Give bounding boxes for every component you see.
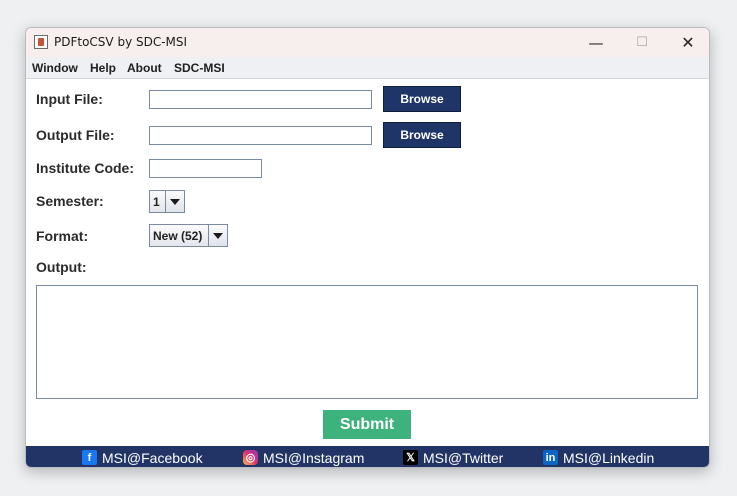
- java-app-icon: [34, 35, 48, 49]
- menu-sdc-msi[interactable]: SDC-MSI: [174, 61, 225, 75]
- input-file-label: Input File:: [36, 91, 103, 107]
- facebook-link[interactable]: f MSI@Facebook: [82, 449, 203, 466]
- linkedin-link-label: MSI@Linkedin: [563, 449, 655, 466]
- maximize-button[interactable]: ☐: [619, 28, 665, 57]
- menu-bar: Window Help About SDC-MSI: [26, 57, 709, 79]
- window-title: PDFtoCSV by SDC-MSI: [54, 35, 188, 49]
- instagram-link-label: MSI@Instagram: [263, 449, 365, 466]
- format-dropdown[interactable]: New (52): [149, 224, 228, 247]
- output-file-label: Output File:: [36, 127, 115, 143]
- minimize-button[interactable]: —: [573, 28, 619, 57]
- chevron-down-icon[interactable]: [208, 225, 227, 246]
- menu-help[interactable]: Help: [90, 61, 116, 75]
- submit-button[interactable]: Submit: [323, 410, 411, 439]
- title-bar[interactable]: PDFtoCSV by SDC-MSI — ☐ ✕: [26, 28, 709, 57]
- output-browse-button[interactable]: Browse: [383, 122, 461, 148]
- menu-window[interactable]: Window: [32, 61, 78, 75]
- input-file-field[interactable]: [149, 90, 372, 109]
- format-label: Format:: [36, 228, 89, 244]
- twitter-link-label: MSI@Twitter: [423, 449, 504, 466]
- institute-code-field[interactable]: [149, 159, 262, 178]
- social-footer: f MSI@Facebook ◎ MSI@Instagram 𝕏 MSI@Twi…: [26, 446, 709, 467]
- output-label: Output:: [36, 259, 87, 275]
- facebook-link-label: MSI@Facebook: [102, 449, 203, 466]
- institute-code-label: Institute Code:: [36, 160, 134, 176]
- close-button[interactable]: ✕: [665, 28, 709, 57]
- semester-dropdown[interactable]: 1: [149, 190, 185, 213]
- app-window: PDFtoCSV by SDC-MSI — ☐ ✕ Window Help Ab…: [25, 27, 710, 468]
- format-value: New (52): [150, 225, 208, 246]
- chevron-down-icon[interactable]: [165, 191, 184, 212]
- semester-value: 1: [150, 191, 165, 212]
- instagram-icon: ◎: [243, 450, 258, 465]
- semester-label: Semester:: [36, 193, 104, 209]
- input-browse-button[interactable]: Browse: [383, 86, 461, 112]
- instagram-link[interactable]: ◎ MSI@Instagram: [243, 449, 364, 466]
- x-twitter-icon: 𝕏: [403, 450, 418, 465]
- facebook-icon: f: [82, 450, 97, 465]
- output-file-field[interactable]: [149, 126, 372, 145]
- output-text-area[interactable]: [36, 285, 698, 399]
- linkedin-icon: in: [543, 450, 558, 465]
- linkedin-link[interactable]: in MSI@Linkedin: [543, 449, 654, 466]
- twitter-link[interactable]: 𝕏 MSI@Twitter: [403, 449, 503, 466]
- menu-about[interactable]: About: [127, 61, 162, 75]
